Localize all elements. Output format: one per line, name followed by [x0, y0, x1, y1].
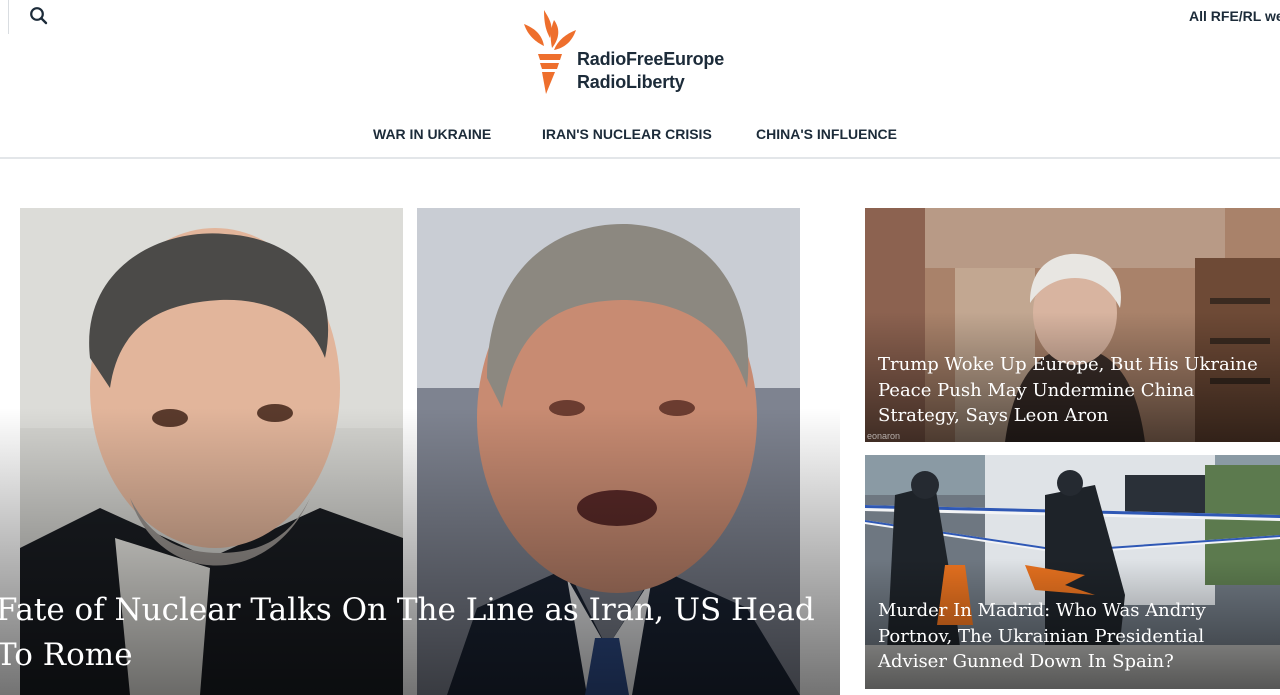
- side-story-headline[interactable]: Trump Woke Up Europe, But His Ukraine Pe…: [878, 352, 1268, 429]
- image-watermark: eonaron: [867, 431, 901, 441]
- torch-logo-icon: [524, 10, 576, 94]
- logo-line-2: RadioLiberty: [577, 72, 685, 92]
- nav-item-irans-nuclear-crisis[interactable]: IRAN'S NUCLEAR CRISIS: [542, 126, 712, 142]
- header-divider: [8, 0, 9, 34]
- side-story-card[interactable]: eonaron Trump Woke Up Europe, But His Uk…: [865, 208, 1280, 442]
- nav-item-chinas-influence[interactable]: CHINA'S INFLUENCE: [756, 126, 897, 142]
- side-story-headline[interactable]: Murder In Madrid: Who Was Andriy Portnov…: [878, 598, 1268, 675]
- site-logo[interactable]: RadioFreeEurope RadioLiberty: [520, 8, 750, 96]
- nav-divider: [0, 157, 1280, 159]
- all-sites-link[interactable]: All RFE/RL we: [1189, 8, 1280, 24]
- search-button[interactable]: [28, 5, 50, 27]
- logo-wordmark: RadioFreeEurope RadioLiberty: [577, 48, 724, 94]
- side-story-card[interactable]: Murder In Madrid: Who Was Andriy Portnov…: [865, 455, 1280, 689]
- logo-line-1: RadioFreeEurope: [577, 49, 725, 69]
- search-icon: [30, 7, 48, 25]
- nav-item-war-in-ukraine[interactable]: WAR IN UKRAINE: [373, 126, 491, 142]
- main-story-headline[interactable]: Fate of Nuclear Talks On The Line as Ira…: [0, 588, 836, 678]
- main-story-card[interactable]: Fate of Nuclear Talks On The Line as Ira…: [0, 208, 840, 695]
- main-nav: WAR IN UKRAINE IRAN'S NUCLEAR CRISIS CHI…: [0, 126, 1280, 146]
